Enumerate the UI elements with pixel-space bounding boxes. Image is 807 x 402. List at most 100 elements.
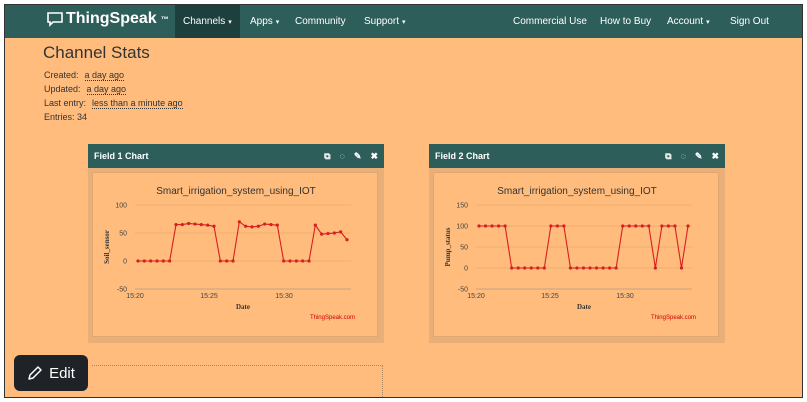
data-point[interactable] (575, 266, 579, 270)
data-point[interactable] (490, 224, 494, 228)
stat-last-entry: Last entry: less than a minute ago (44, 96, 183, 110)
data-point[interactable] (601, 266, 605, 270)
data-point[interactable] (199, 223, 203, 227)
data-point[interactable] (237, 220, 241, 224)
nav-support[interactable]: Support ▾ (356, 5, 414, 38)
data-point[interactable] (206, 223, 210, 227)
data-point[interactable] (621, 224, 625, 228)
pencil-icon[interactable]: ✎ (695, 144, 703, 168)
stat-created: Created: a day ago (44, 68, 183, 82)
close-icon[interactable]: ✖ (711, 144, 719, 168)
data-point[interactable] (149, 259, 153, 263)
data-point[interactable] (542, 266, 546, 270)
data-point[interactable] (282, 259, 286, 263)
stat-created-label: Created: (44, 70, 79, 80)
data-point[interactable] (161, 259, 165, 263)
data-point[interactable] (168, 259, 172, 263)
data-point[interactable] (288, 259, 292, 263)
data-point[interactable] (136, 259, 140, 263)
data-point[interactable] (634, 224, 638, 228)
data-point[interactable] (614, 266, 618, 270)
data-point[interactable] (244, 224, 248, 228)
data-point[interactable] (594, 266, 599, 270)
data-point[interactable] (313, 223, 317, 227)
nav-community[interactable]: Community (287, 5, 354, 38)
data-point[interactable] (555, 224, 559, 228)
panel-toolbar: ⧉ ◌ ✎ ✖ (665, 144, 719, 168)
data-point[interactable] (483, 224, 488, 228)
data-point[interactable] (263, 222, 267, 226)
data-point[interactable] (294, 259, 298, 263)
data-point[interactable] (510, 266, 514, 270)
panel-header: Field 2 Chart ⧉ ◌ ✎ ✖ (429, 144, 725, 168)
data-point[interactable] (269, 223, 273, 227)
data-point[interactable] (180, 223, 184, 227)
data-point[interactable] (225, 259, 229, 263)
nav-channels[interactable]: Channels ▾ (175, 5, 240, 38)
data-point[interactable] (568, 266, 573, 270)
data-point[interactable] (673, 224, 677, 228)
chart-credit: ThingSpeak.com (651, 315, 696, 321)
data-point[interactable] (320, 232, 324, 236)
data-point[interactable] (640, 224, 644, 228)
data-point[interactable] (608, 266, 612, 270)
data-point[interactable] (142, 259, 146, 263)
data-point[interactable] (155, 259, 159, 263)
data-point[interactable] (332, 231, 336, 235)
stat-updated: Updated: a day ago (44, 82, 183, 96)
data-point[interactable] (301, 259, 305, 263)
nav-community-label: Community (295, 16, 346, 27)
data-point[interactable] (212, 224, 216, 228)
nav-how-to-buy[interactable]: How to Buy (592, 5, 659, 38)
close-icon[interactable]: ✖ (370, 144, 378, 168)
data-point[interactable] (686, 224, 690, 228)
data-point[interactable] (647, 224, 651, 228)
data-point[interactable] (581, 266, 586, 270)
x-tick-label: 15:30 (275, 293, 293, 300)
comment-icon[interactable]: ◌ (340, 144, 345, 168)
data-point[interactable] (218, 259, 222, 263)
channel-stats: Created: a day ago Updated: a day ago Last… (44, 68, 183, 124)
brand-logo[interactable]: ThingSpeak ™ (47, 10, 169, 28)
data-point[interactable] (529, 266, 533, 270)
stat-created-value: a day ago (84, 70, 125, 81)
y-tick-label: 0 (464, 266, 468, 273)
panel-title: Field 1 Chart (94, 151, 149, 161)
nav-account[interactable]: Account ▾ (659, 5, 718, 38)
data-point[interactable] (666, 224, 671, 228)
nav-sign-out[interactable]: Sign Out (722, 5, 777, 38)
data-point[interactable] (627, 224, 631, 228)
data-point[interactable] (549, 224, 553, 228)
data-point[interactable] (562, 224, 566, 228)
data-point[interactable] (516, 266, 520, 270)
comment-icon[interactable]: ◌ (681, 144, 686, 168)
data-point[interactable] (275, 223, 279, 227)
data-point[interactable] (193, 222, 197, 226)
edit-button[interactable]: Edit (14, 355, 88, 391)
data-point[interactable] (187, 221, 191, 226)
data-point[interactable] (345, 238, 349, 242)
stat-last-entry-value: less than a minute ago (92, 98, 183, 109)
data-point[interactable] (679, 266, 684, 270)
data-point[interactable] (653, 266, 657, 270)
nav-commercial-use[interactable]: Commercial Use (505, 5, 595, 38)
nav-apps[interactable]: Apps ▾ (242, 5, 287, 38)
data-point[interactable] (660, 224, 664, 228)
data-point[interactable] (256, 224, 260, 228)
data-point[interactable] (174, 223, 178, 227)
pencil-icon[interactable]: ✎ (354, 144, 362, 168)
data-point[interactable] (250, 225, 254, 229)
data-point[interactable] (326, 231, 330, 236)
data-point[interactable] (477, 224, 481, 228)
data-point[interactable] (536, 266, 540, 270)
data-point[interactable] (307, 259, 311, 263)
data-point[interactable] (588, 266, 592, 270)
external-link-icon[interactable]: ⧉ (665, 144, 671, 168)
data-point[interactable] (503, 224, 507, 228)
data-point[interactable] (523, 266, 527, 270)
y-tick-label: 150 (456, 203, 468, 210)
data-point[interactable] (231, 259, 235, 263)
data-point[interactable] (496, 224, 501, 228)
external-link-icon[interactable]: ⧉ (324, 144, 330, 168)
data-point[interactable] (339, 230, 343, 234)
